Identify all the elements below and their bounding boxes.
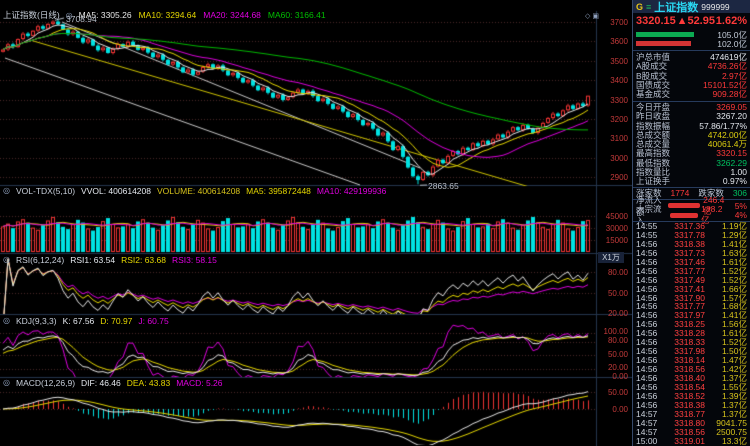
indicator-value: MA60: 3166.41 bbox=[268, 11, 326, 20]
indicator-value: RSI3: 58.15 bbox=[172, 255, 217, 265]
tick-amount: 13.3亿 bbox=[705, 437, 747, 446]
peak-price-label: 3708.94 bbox=[66, 14, 97, 24]
quote-panel-header: G ≡ 上证指数 999999 bbox=[633, 0, 750, 13]
quote-rows-group1: 沪总市值474619亿A股成交4736.26亿B股成交2.97亿国债成交1510… bbox=[633, 53, 750, 99]
quote-row: 上证换手 0.97% bbox=[633, 177, 750, 186]
chart-info-row: 上证指数(日线) ◎ MA5: 3305.26MA10: 3294.64MA20… bbox=[3, 11, 326, 20]
axis-label: 100.00 bbox=[595, 327, 628, 336]
indicator-title: MACD(12,26,9) bbox=[16, 378, 75, 388]
index-name[interactable]: 上证指数 bbox=[654, 0, 698, 15]
list-menu-icon[interactable]: ≡ bbox=[646, 2, 651, 12]
quote-label: 上证换手 bbox=[636, 177, 670, 186]
money-flow-row: 大宗流入188.2亿4% bbox=[633, 211, 750, 221]
axis-label: 20.00 bbox=[595, 363, 628, 372]
indicator-title: KDJ(9,3,3) bbox=[16, 316, 57, 326]
rsi-indicator-header[interactable]: ◎ RSI(6,12,24) RSI1: 63.54 RSI2: 63.68 RSI3:… bbox=[3, 255, 217, 265]
kdj-indicator-header[interactable]: ◎ KDJ(9,3,3) K: 67.56 D: 70.97 J: 60.75 bbox=[3, 316, 169, 326]
tick-row: 15:003319.0113.3亿 bbox=[633, 437, 750, 446]
axis-label: 50.00 bbox=[595, 388, 628, 397]
axis-label: 45000 bbox=[595, 212, 628, 221]
price-change: ▲52.95 bbox=[677, 15, 715, 27]
money-flow-rows: 净流入额246.4亿5%大宗流入188.2亿4% bbox=[633, 201, 750, 220]
axis-label: 3100 bbox=[595, 134, 628, 143]
axis-label: 3000 bbox=[595, 154, 628, 163]
price-change-percent: 1.62% bbox=[716, 15, 747, 27]
indicator-value: K: 67.56 bbox=[63, 316, 95, 326]
indicator-settings-icon[interactable]: ◎ bbox=[3, 316, 10, 326]
axis-label: 2900 bbox=[595, 173, 628, 182]
axis-label: 50.00 bbox=[595, 289, 628, 298]
axis-label: 50.00 bbox=[595, 350, 628, 359]
axis-label: 80.00 bbox=[595, 336, 628, 345]
red-fund-value: 102.0亿 bbox=[717, 38, 747, 50]
axis-label: 30000 bbox=[595, 224, 628, 233]
indicator-value: RSI1: 63.54 bbox=[70, 255, 115, 265]
indicator-value: MACD: 5.26 bbox=[176, 378, 222, 388]
indicator-title: RSI(6,12,24) bbox=[16, 255, 64, 265]
axis-label: 80.00 bbox=[595, 268, 628, 277]
flow-bar bbox=[668, 203, 700, 208]
indicator-value: J: 60.75 bbox=[138, 316, 168, 326]
axis-label: 0.00 bbox=[595, 405, 628, 414]
axis-label: 0.00 bbox=[595, 372, 628, 381]
green-fund-bar bbox=[636, 32, 694, 37]
axis-label: 3400 bbox=[595, 76, 628, 85]
indicator-value: MA10: 3294.64 bbox=[139, 11, 197, 20]
last-price: 3320.15 bbox=[636, 15, 676, 27]
tick-price: 3319.01 bbox=[662, 437, 705, 446]
indicator-title: VOL-TDX(5,10) bbox=[16, 186, 75, 196]
low-price-label: 2863.65 bbox=[428, 181, 459, 191]
indicator-value: D: 70.97 bbox=[100, 316, 132, 326]
indicator-value: RSI2: 63.68 bbox=[121, 255, 166, 265]
vol-indicator-header[interactable]: ◎ VOL-TDX(5,10) VVOL: 400614208 VOLUME: 400… bbox=[3, 186, 386, 196]
flow-percent: 4% bbox=[735, 210, 747, 220]
indicator-value: MA5: 395872448 bbox=[246, 186, 311, 196]
g-badge[interactable]: G bbox=[636, 2, 643, 12]
quote-value: 909.28亿 bbox=[713, 90, 748, 99]
fund-bars: 105.0亿 102.0亿 bbox=[633, 30, 750, 48]
advancers-count: 1774 bbox=[670, 189, 689, 198]
price-row: 3320.15 ▲52.95 1.62% bbox=[633, 14, 750, 28]
indicator-value: MA10: 429199936 bbox=[317, 186, 386, 196]
indicator-settings-icon[interactable]: ◎ bbox=[3, 378, 10, 388]
flow-percent: 5% bbox=[735, 201, 747, 211]
indicator-settings-icon[interactable]: ◎ bbox=[3, 255, 10, 265]
quote-rows-group2: 今日开盘3269.05昨日收盘3267.20指数振幅57.86/1.77%总成交… bbox=[633, 103, 750, 187]
quote-panel: G ≡ 上证指数 999999 3320.15 ▲52.95 1.62% 105… bbox=[632, 0, 750, 446]
indicator-value: VVOL: 400614208 bbox=[81, 186, 151, 196]
index-code: 999999 bbox=[701, 2, 729, 12]
quote-row: 基金成交 909.28亿 bbox=[633, 90, 750, 99]
indicator-value: DIF: 46.46 bbox=[81, 378, 121, 388]
axis-label: X1万 bbox=[598, 252, 624, 263]
axis-label: 3300 bbox=[595, 96, 628, 105]
ma-values: MA5: 3305.26MA10: 3294.64MA20: 3244.68MA… bbox=[79, 11, 326, 20]
flow-bar bbox=[670, 213, 698, 218]
quote-value: 0.97% bbox=[723, 177, 747, 186]
axis-label: 15000 bbox=[595, 236, 628, 245]
trading-app-window: ▣ 分时1分钟5分钟15分钟30分钟60分钟日线周线月线10分钟45日线季线年线… bbox=[0, 0, 750, 446]
quote-label: 基金成交 bbox=[636, 90, 670, 99]
chart-title: 上证指数(日线) bbox=[3, 11, 60, 20]
time-sales-list[interactable]: 14:553317.361.19亿14:553317.781.29亿14:563… bbox=[633, 222, 750, 445]
axis-label: 3200 bbox=[595, 115, 628, 124]
indicator-value: DEA: 43.83 bbox=[127, 378, 170, 388]
indicator-value: VOLUME: 400614208 bbox=[157, 186, 240, 196]
divider bbox=[633, 50, 750, 51]
indicator-value: MA20: 3244.68 bbox=[203, 11, 261, 20]
tick-time: 15:00 bbox=[636, 437, 662, 446]
axis-label: 3600 bbox=[595, 37, 628, 46]
indicator-settings-icon[interactable]: ◎ bbox=[3, 186, 10, 196]
decliners-count: 306 bbox=[733, 189, 747, 198]
axis-label: 3500 bbox=[595, 57, 628, 66]
red-fund-bar bbox=[636, 41, 691, 46]
macd-indicator-header[interactable]: ◎ MACD(12,26,9) DIF: 46.46 DEA: 43.83 MACD: … bbox=[3, 378, 223, 388]
axis-label: 20.00 bbox=[595, 309, 628, 318]
chart-mini-tool-icons[interactable]: ◇▣ bbox=[585, 12, 601, 20]
outflow-bar-row: 102.0亿 bbox=[633, 39, 750, 48]
